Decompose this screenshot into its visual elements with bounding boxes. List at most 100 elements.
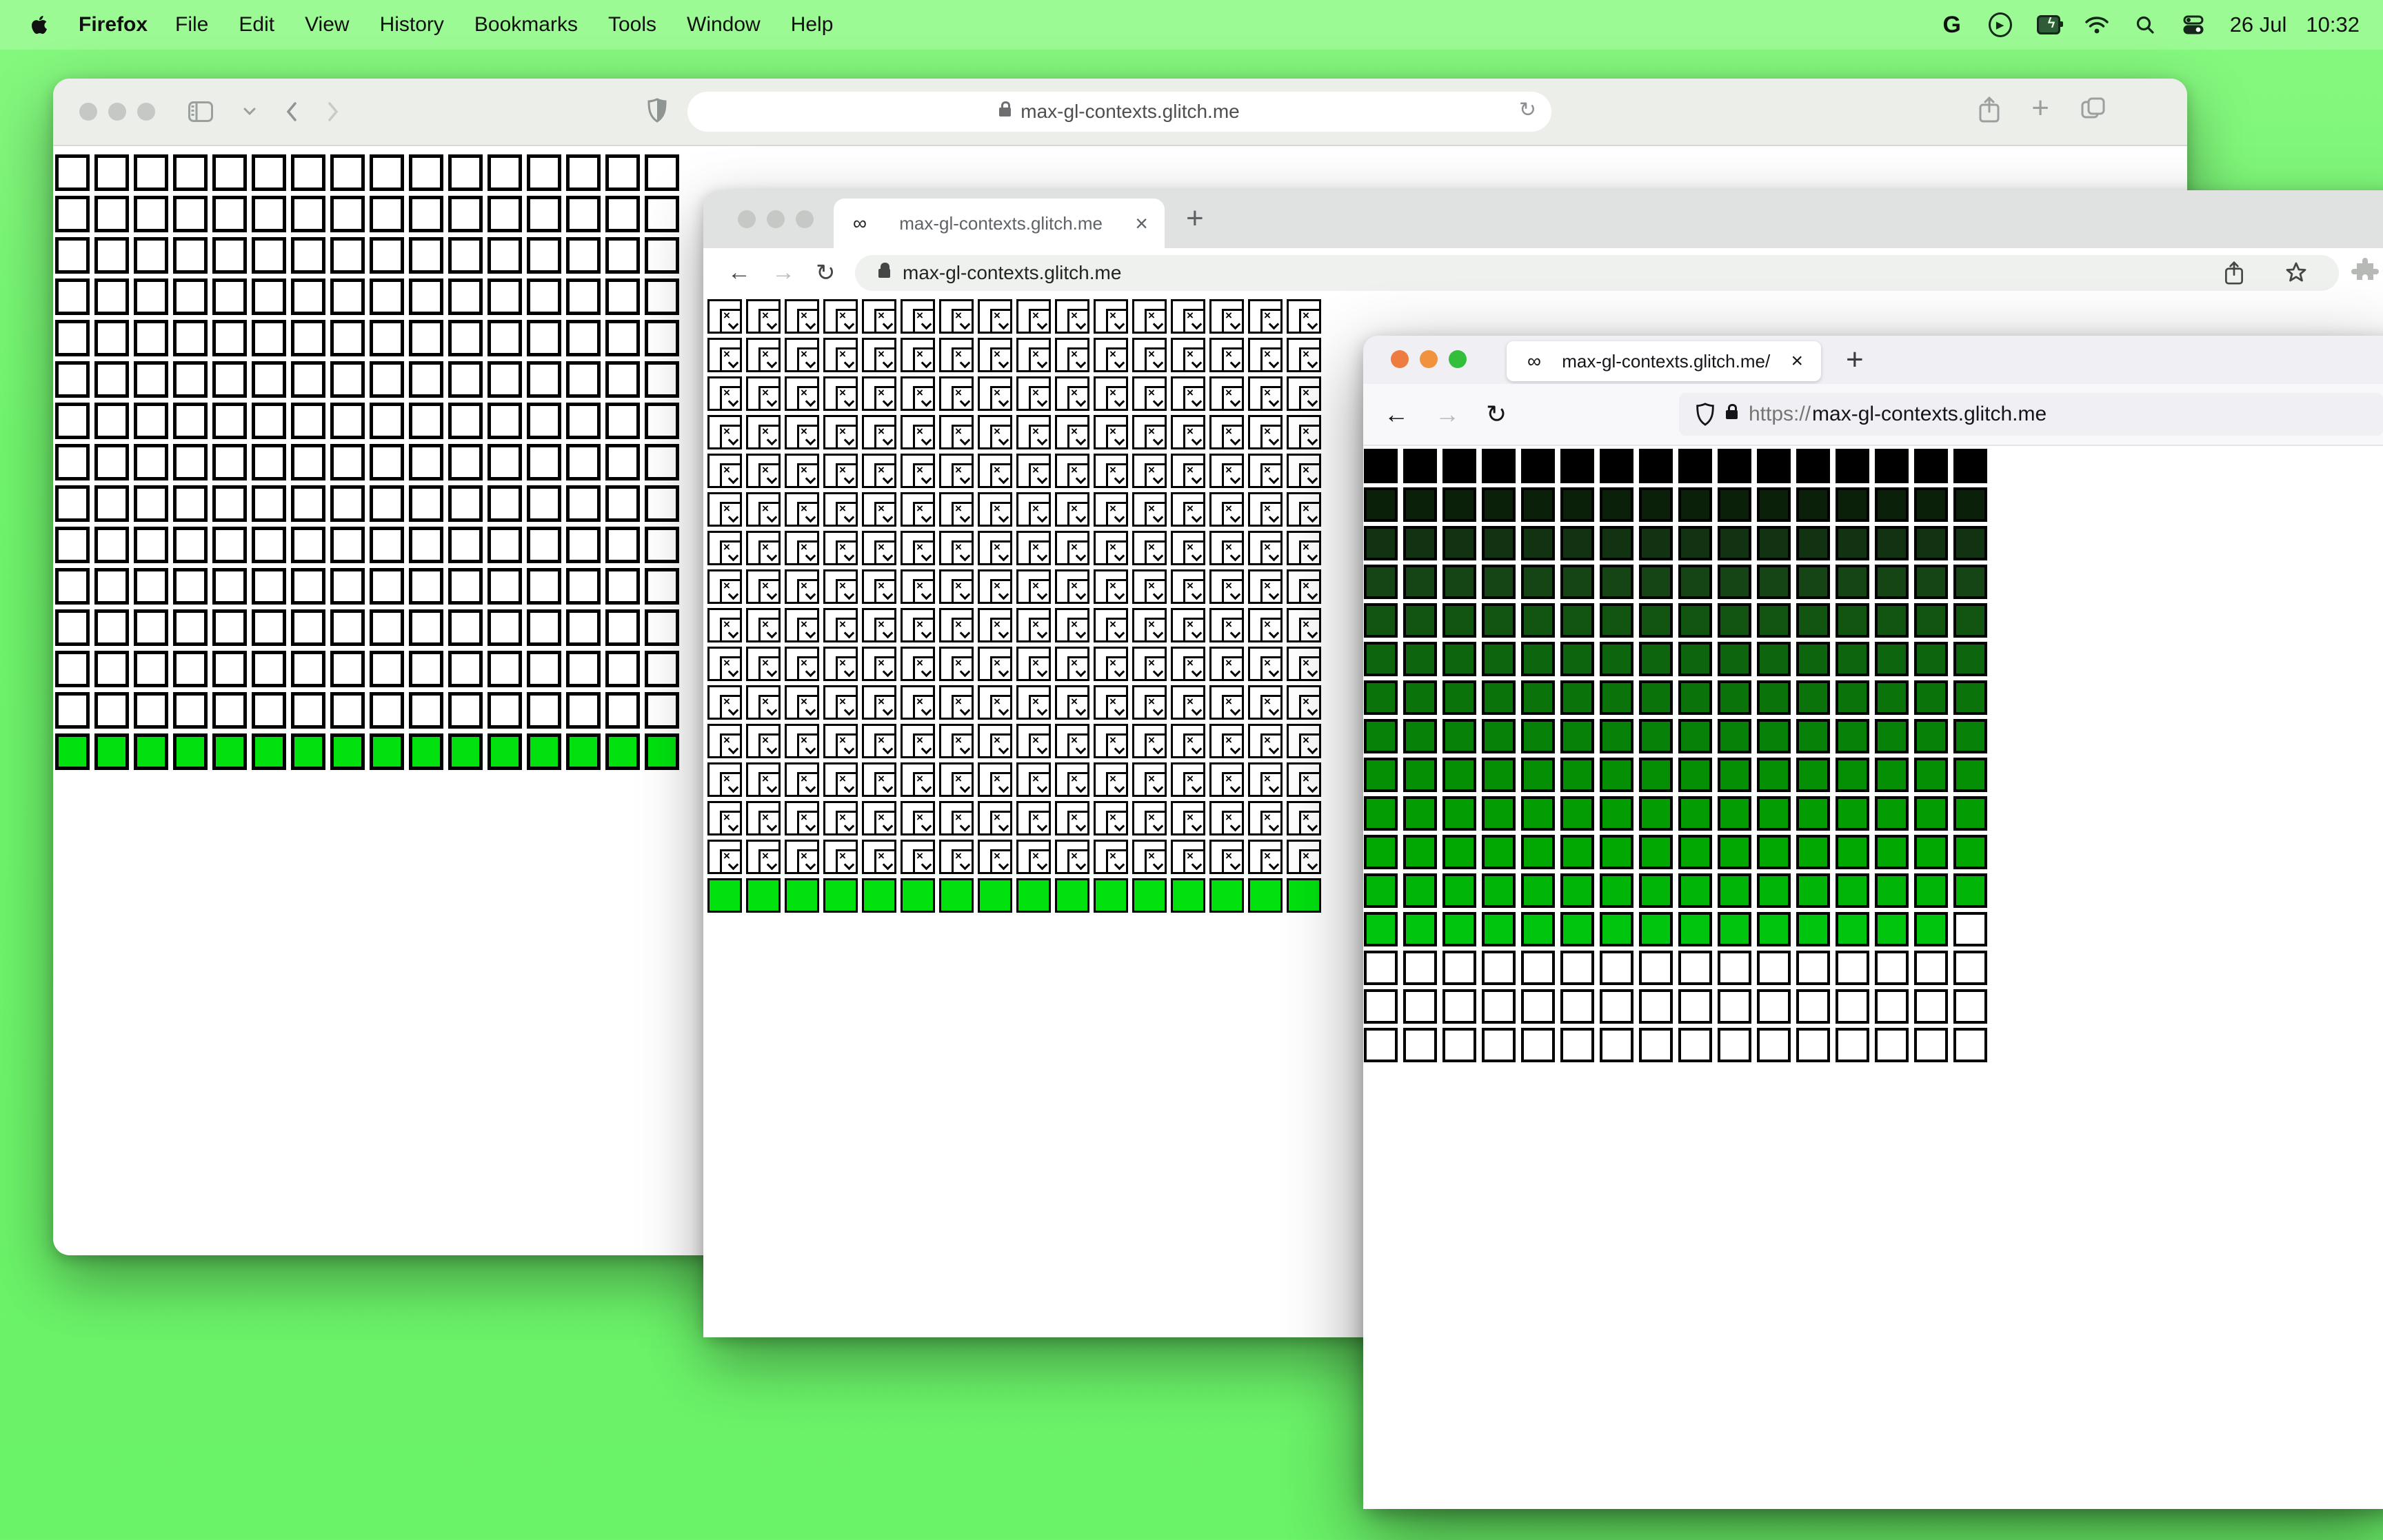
back-button[interactable]: ← bbox=[727, 259, 751, 287]
menu-window[interactable]: Window bbox=[687, 13, 761, 37]
menu-tools[interactable]: Tools bbox=[608, 13, 656, 37]
webgl-canvas-cell bbox=[1836, 989, 1869, 1024]
webgl-canvas-cell: × bbox=[1171, 454, 1205, 488]
broken-image-icon: × bbox=[874, 386, 896, 411]
back-button[interactable]: ← bbox=[1384, 400, 1409, 429]
chrome-url-field[interactable]: max-gl-contexts.glitch.me bbox=[855, 255, 2339, 291]
webgl-canvas-cell bbox=[173, 651, 208, 687]
webgl-canvas-cell: × bbox=[901, 801, 935, 835]
sidebar-icon[interactable] bbox=[188, 101, 213, 122]
broken-image-icon: × bbox=[1183, 695, 1205, 720]
webgl-canvas-cell bbox=[1914, 526, 1948, 560]
webgl-canvas-cell bbox=[370, 733, 404, 770]
broken-image-icon: × bbox=[1260, 502, 1283, 527]
webgl-canvas-cell: × bbox=[823, 569, 858, 604]
chrome-active-tab[interactable]: ∞ max-gl-contexts.glitch.me × bbox=[834, 199, 1165, 248]
webgl-canvas-cell: × bbox=[823, 685, 858, 720]
webgl-canvas-cell bbox=[1718, 526, 1751, 560]
control-center-icon[interactable] bbox=[2182, 13, 2205, 37]
broken-image-icon: × bbox=[952, 772, 974, 797]
broken-image-icon: × bbox=[1260, 347, 1283, 372]
close-tab-icon[interactable]: × bbox=[1135, 211, 1148, 236]
apple-icon[interactable] bbox=[28, 13, 51, 37]
close-window-button[interactable] bbox=[738, 210, 756, 228]
menu-edit[interactable]: Edit bbox=[239, 13, 274, 37]
reload-button[interactable]: ↻ bbox=[816, 259, 836, 287]
extensions-puzzle-icon[interactable] bbox=[2351, 258, 2379, 285]
back-button[interactable] bbox=[286, 102, 297, 121]
webgl-canvas-cell bbox=[1953, 873, 1987, 908]
webgl-canvas-cell bbox=[1914, 603, 1948, 638]
webgl-canvas-cell bbox=[370, 361, 404, 398]
broken-image-icon: × bbox=[797, 425, 819, 449]
webgl-canvas-cell: × bbox=[1287, 685, 1321, 720]
firefox-tab-bar: ∞ max-gl-contexts.glitch.me/ × + bbox=[1363, 336, 2383, 384]
share-icon[interactable] bbox=[2224, 261, 2244, 285]
privacy-shield-icon[interactable] bbox=[647, 98, 667, 123]
share-icon[interactable] bbox=[1979, 97, 2000, 123]
menu-file[interactable]: File bbox=[175, 13, 208, 37]
broken-image-icon: × bbox=[874, 811, 896, 835]
broken-image-icon: × bbox=[913, 386, 935, 411]
safari-url-field[interactable]: max-gl-contexts.glitch.me ↻ bbox=[687, 92, 1551, 132]
spotlight-search-icon[interactable] bbox=[2133, 13, 2157, 37]
forward-button[interactable]: → bbox=[1435, 400, 1460, 429]
menu-bookmarks[interactable]: Bookmarks bbox=[474, 13, 578, 37]
play-circle-icon[interactable]: ▶ bbox=[1988, 12, 2012, 37]
webgl-canvas-cell bbox=[1600, 680, 1633, 715]
menu-help[interactable]: Help bbox=[791, 13, 834, 37]
forward-button[interactable]: → bbox=[772, 259, 795, 287]
forward-button[interactable] bbox=[328, 102, 339, 121]
webgl-canvas-cell bbox=[1600, 1028, 1633, 1062]
zoom-window-button[interactable] bbox=[796, 210, 814, 228]
webgl-canvas-cell: × bbox=[707, 840, 742, 874]
battery-charging-icon[interactable]: ϟ bbox=[2036, 13, 2063, 37]
webgl-canvas-cell bbox=[1442, 912, 1476, 946]
broken-image-icon: × bbox=[1106, 386, 1128, 411]
new-tab-plus-icon[interactable]: + bbox=[2031, 93, 2049, 123]
zoom-window-button[interactable] bbox=[137, 103, 155, 121]
broken-image-icon: × bbox=[874, 425, 896, 449]
webgl-canvas-cell: × bbox=[785, 608, 819, 642]
minimize-window-button[interactable] bbox=[767, 210, 785, 228]
wifi-icon[interactable] bbox=[2084, 13, 2109, 37]
webgl-canvas-cell bbox=[1403, 835, 1437, 869]
webgl-canvas-cell bbox=[94, 278, 129, 315]
webgl-canvas-cell bbox=[1757, 449, 1791, 483]
webgl-canvas-cell: × bbox=[1055, 685, 1089, 720]
close-window-button[interactable] bbox=[79, 103, 97, 121]
active-app-name[interactable]: Firefox bbox=[79, 13, 148, 37]
broken-image-icon: × bbox=[874, 540, 896, 565]
broken-image-icon: × bbox=[952, 811, 974, 835]
minimize-window-button[interactable] bbox=[108, 103, 126, 121]
broken-image-icon: × bbox=[797, 540, 819, 565]
chevron-down-icon[interactable] bbox=[243, 108, 256, 116]
webgl-canvas-cell bbox=[134, 278, 168, 315]
new-tab-button[interactable]: + bbox=[1186, 201, 1204, 236]
webgl-canvas-cell: × bbox=[1016, 569, 1051, 604]
zoom-window-button[interactable] bbox=[1449, 350, 1467, 368]
webgl-canvas-cell bbox=[94, 485, 129, 522]
broken-image-icon: × bbox=[1145, 695, 1167, 720]
new-tab-button[interactable]: + bbox=[1846, 343, 1864, 377]
webgl-canvas-cell: × bbox=[1248, 647, 1283, 681]
tab-overview-icon[interactable] bbox=[2081, 97, 2106, 123]
firefox-active-tab[interactable]: ∞ max-gl-contexts.glitch.me/ × bbox=[1507, 341, 1821, 381]
close-tab-icon[interactable]: × bbox=[1791, 349, 1803, 373]
menubar-date[interactable]: 26 Jul bbox=[2230, 12, 2287, 37]
menu-history[interactable]: History bbox=[380, 13, 444, 37]
tracking-shield-icon[interactable] bbox=[1696, 403, 1715, 426]
google-menu-icon[interactable]: G bbox=[1940, 12, 1964, 38]
reload-button[interactable]: ↻ bbox=[1486, 400, 1507, 429]
close-window-button[interactable] bbox=[1391, 350, 1409, 368]
bookmark-star-icon[interactable] bbox=[2285, 261, 2307, 285]
menu-view[interactable]: View bbox=[305, 13, 349, 37]
webgl-canvas-cell: × bbox=[901, 840, 935, 874]
webgl-canvas-cell: × bbox=[978, 762, 1012, 797]
webgl-canvas-cell bbox=[527, 403, 561, 439]
firefox-url-field[interactable]: https:// max-gl-contexts.glitch.me bbox=[1679, 393, 2383, 436]
minimize-window-button[interactable] bbox=[1420, 350, 1438, 368]
reload-icon[interactable]: ↻ bbox=[1519, 98, 1536, 122]
menubar-clock[interactable]: 10:32 bbox=[2306, 12, 2360, 37]
webgl-canvas-cell bbox=[1796, 1028, 1830, 1062]
